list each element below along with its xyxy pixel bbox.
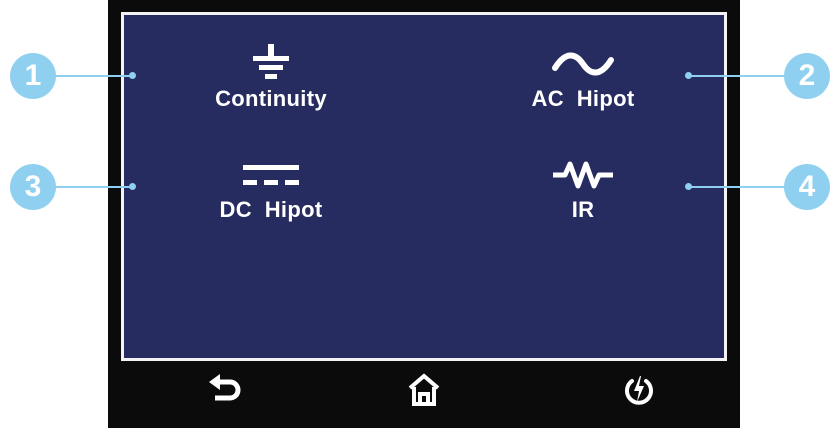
menu-item-label: IR — [571, 197, 595, 222]
menu-screen: Continuity AC Hipot DC Hipot IR — [121, 12, 727, 361]
callout-leader — [56, 75, 132, 77]
ground-icon — [251, 42, 291, 86]
callout-badge: 1 — [10, 53, 56, 99]
menu-item-label: AC Hipot — [531, 86, 635, 111]
callout-badge: 2 — [784, 53, 830, 99]
dc-icon — [241, 153, 301, 197]
callout-leader — [56, 186, 132, 188]
callout-leader — [690, 75, 784, 77]
home-button[interactable] — [402, 372, 446, 412]
home-icon — [407, 372, 441, 412]
menu-item-dc-hipot[interactable]: DC Hipot — [186, 153, 356, 223]
menu-item-label: Continuity — [215, 86, 327, 111]
callout-badge: 4 — [784, 164, 830, 210]
resistor-icon — [551, 153, 615, 197]
menu-item-continuity[interactable]: Continuity — [186, 42, 356, 112]
menu-item-ir[interactable]: IR — [498, 153, 668, 223]
ac-sine-icon — [551, 42, 615, 86]
menu-item-ac-hipot[interactable]: AC Hipot — [498, 42, 668, 112]
back-arrow-icon — [207, 373, 243, 412]
back-button[interactable] — [203, 372, 247, 412]
callout-dot — [129, 183, 136, 190]
menu-item-label: DC Hipot — [219, 197, 323, 222]
start-button[interactable] — [617, 372, 661, 412]
callout-badge: 3 — [10, 164, 56, 210]
start-power-icon — [622, 373, 656, 412]
callout-dot — [685, 183, 692, 190]
callout-dot — [685, 72, 692, 79]
callout-leader — [690, 186, 784, 188]
callout-dot — [129, 72, 136, 79]
